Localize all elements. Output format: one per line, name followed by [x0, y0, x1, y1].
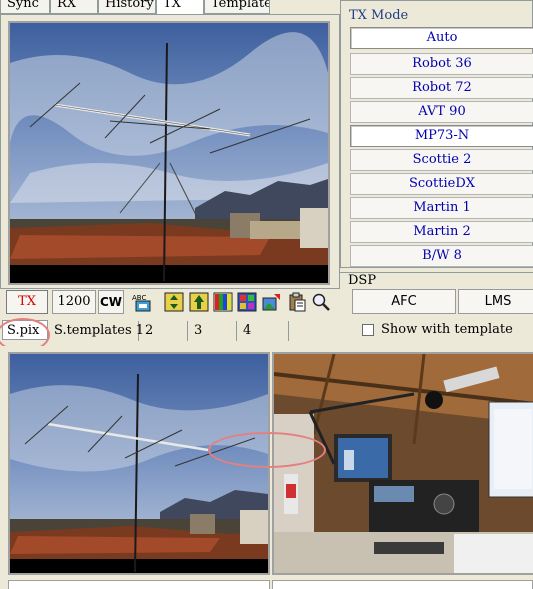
tab-s-templates-4[interactable]: 4 — [239, 321, 289, 341]
tab-s-templates-2[interactable]: 2 — [141, 321, 188, 341]
gallery-thumb-shack[interactable] — [272, 352, 533, 575]
lms-button[interactable]: LMS — [458, 289, 533, 314]
image-edit-icon[interactable] — [262, 292, 282, 312]
baud-1200-button[interactable]: 1200 — [52, 290, 96, 314]
show-with-template-checkbox[interactable] — [362, 324, 374, 336]
gradient-up-down-icon[interactable] — [164, 292, 184, 312]
mode-bw8-button[interactable]: B/W 8 — [350, 245, 533, 267]
clipboard-paste-icon[interactable] — [287, 292, 307, 312]
mode-scottie2-button[interactable]: Scottie 2 — [350, 149, 533, 171]
gallery-thumb-row2-1[interactable] — [8, 580, 270, 589]
mode-mp73n-button[interactable]: MP73-N — [350, 125, 533, 147]
abc-text-icon[interactable]: ABC — [132, 292, 152, 312]
dsp-title: DSP — [346, 273, 379, 288]
tx-mode-group: TX Mode Auto Robot 36 Robot 72 AVT 90 MP… — [340, 0, 533, 268]
mode-auto-button[interactable]: Auto — [350, 27, 533, 49]
color-bars-icon[interactable] — [213, 292, 233, 312]
cw-button[interactable]: CW — [98, 290, 124, 314]
color-grid-icon[interactable] — [237, 292, 257, 312]
afc-button[interactable]: AFC — [352, 289, 456, 314]
arrow-up-icon[interactable] — [189, 292, 209, 312]
tab-sync[interactable]: Sync — [0, 0, 50, 14]
tab-rx[interactable]: RX — [50, 0, 98, 14]
mode-martin2-button[interactable]: Martin 2 — [350, 221, 533, 243]
mode-robot72-button[interactable]: Robot 72 — [350, 77, 533, 99]
mode-scottiedx-button[interactable]: ScottieDX — [350, 173, 533, 195]
dsp-group: DSP AFC LMS — [340, 272, 533, 318]
tx-preview-panel — [0, 14, 340, 289]
radio-shack-photo — [274, 354, 533, 573]
tx-toolbar: TX 1200 CW ABC — [0, 288, 340, 316]
picture-tab-bar: S.pix S.templates 1 2 3 4 — [0, 318, 340, 344]
tx-image-preview[interactable] — [8, 21, 330, 285]
tab-history[interactable]: History — [98, 0, 156, 14]
tx-mode-title: TX Mode — [347, 8, 411, 23]
tab-s-templates-1[interactable]: S.templates 1 — [50, 321, 144, 341]
tx-button[interactable]: TX — [6, 290, 48, 314]
tab-s-templates-3[interactable]: 3 — [190, 321, 237, 341]
magnifier-icon[interactable] — [311, 292, 331, 312]
mode-avt90-button[interactable]: AVT 90 — [350, 101, 533, 123]
mode-martin1-button[interactable]: Martin 1 — [350, 197, 533, 219]
show-with-template-row[interactable]: Show with template — [362, 320, 522, 340]
tab-tx[interactable]: TX — [156, 0, 204, 14]
tab-template[interactable]: Template — [204, 0, 270, 14]
gallery-thumb-row2-2[interactable] — [272, 580, 533, 589]
antenna-photo — [10, 23, 328, 283]
mode-robot36-button[interactable]: Robot 36 — [350, 53, 533, 75]
annotation-highlight-antenna — [208, 432, 326, 468]
show-with-template-label: Show with template — [381, 322, 513, 337]
